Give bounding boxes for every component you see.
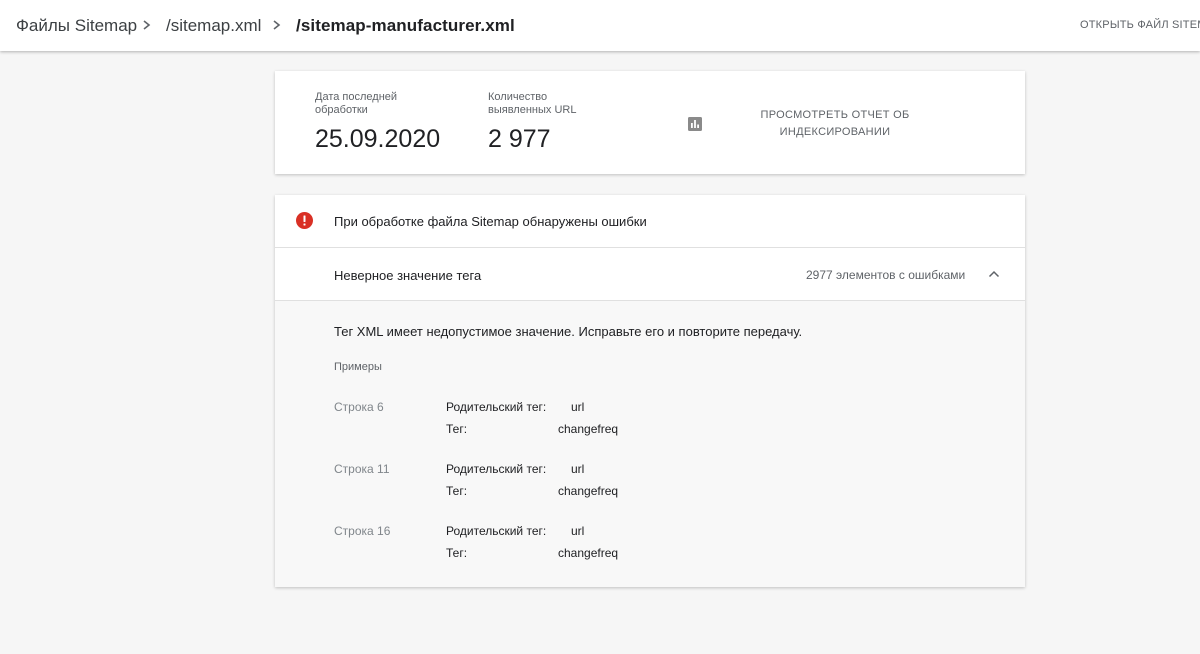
- issue-name: Неверное значение тега: [334, 268, 482, 283]
- bar-chart-icon[interactable]: [688, 117, 702, 131]
- example-parent-tag-label: Родительский тег:: [446, 524, 547, 538]
- errors-header: При обработке файла Sitemap обнаружены о…: [275, 195, 1025, 248]
- examples-label: Примеры: [334, 361, 382, 373]
- example-parent-tag-label: Родительский тег:: [446, 462, 547, 476]
- example-tag-label: Тег:: [446, 484, 468, 498]
- error-icon: [296, 212, 313, 229]
- errors-card: При обработке файла Sitemap обнаружены о…: [275, 195, 1025, 587]
- last-processed-value: 25.09.2020: [315, 125, 441, 153]
- open-sitemap-button[interactable]: ОТКРЫТЬ ФАЙЛ SITEM: [1080, 19, 1200, 31]
- example-tag-value: changefreq: [558, 484, 619, 498]
- example-line-number: Строка 16: [334, 524, 391, 538]
- example-parent-tag-label: Родительский тег:: [446, 400, 547, 414]
- example-parent-tag-value: url: [571, 400, 585, 414]
- chevron-right-icon: [143, 20, 151, 30]
- example-line-number: Строка 6: [334, 400, 384, 414]
- discovered-urls-value: 2 977: [488, 125, 551, 153]
- example-parent-tag-value: url: [571, 524, 585, 538]
- issue-count: 2977 элементов с ошибками: [806, 268, 966, 282]
- example-tag-value: changefreq: [558, 546, 619, 560]
- chevron-up-icon[interactable]: [987, 269, 1001, 279]
- top-bar: Файлы Sitemap /sitemap.xml /sitemap-manu…: [0, 0, 1200, 51]
- breadcrumb-sitemap-xml[interactable]: /sitemap.xml: [166, 16, 261, 36]
- errors-title: При обработке файла Sitemap обнаружены о…: [334, 214, 647, 229]
- breadcrumb-sitemaps[interactable]: Файлы Sitemap: [16, 16, 137, 36]
- chevron-right-icon: [273, 20, 281, 30]
- stats-card: Дата последней обработки 25.09.2020 Коли…: [275, 71, 1025, 174]
- breadcrumb-current: /sitemap-manufacturer.xml: [296, 16, 515, 35]
- issue-row-invalid-tag-value[interactable]: Неверное значение тега 2977 элементов с …: [275, 248, 1025, 301]
- discovered-urls-label: Количество выявленных URL: [488, 91, 577, 116]
- example-tag-value: changefreq: [558, 422, 619, 436]
- example-tag-label: Тег:: [446, 546, 468, 560]
- example-line-number: Строка 11: [334, 462, 390, 476]
- view-indexing-report-button[interactable]: ПРОСМОТРЕТЬ ОТЧЕТ ОБ ИНДЕКСИРОВАНИИ: [755, 107, 915, 141]
- example-parent-tag-value: url: [571, 462, 585, 476]
- last-processed-label: Дата последней обработки: [315, 91, 398, 116]
- example-tag-label: Тег:: [446, 422, 468, 436]
- issue-details: Тег XML имеет недопустимое значение. Исп…: [275, 301, 1025, 587]
- issue-description: Тег XML имеет недопустимое значение. Исп…: [334, 324, 803, 339]
